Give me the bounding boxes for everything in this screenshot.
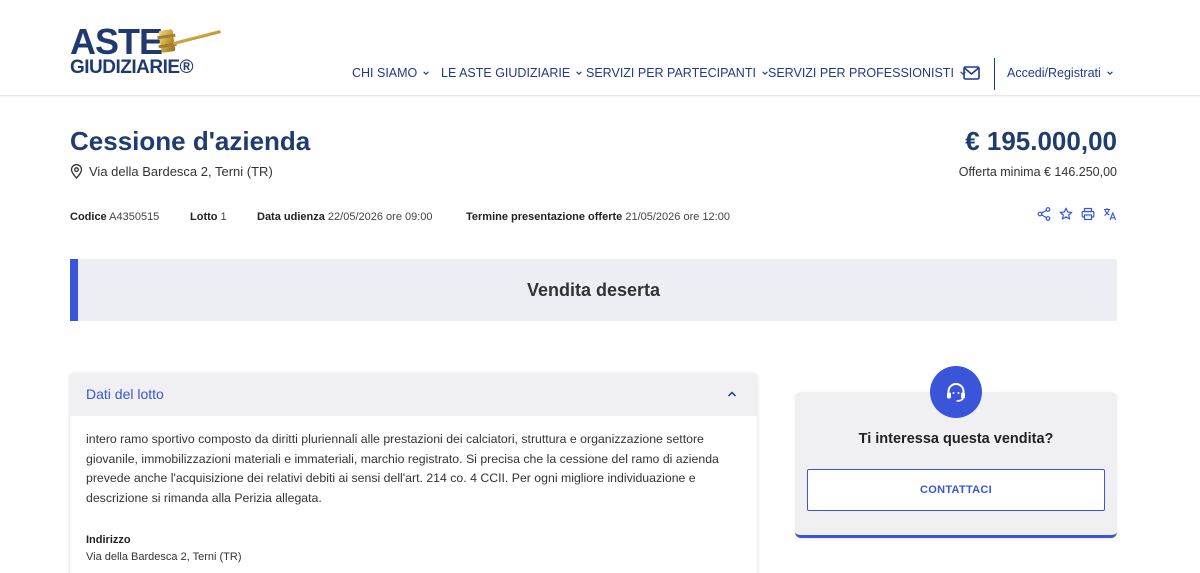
nav-item-label: SERVIZI PER PARTECIPANTI <box>586 66 756 80</box>
nav-item-chi-siamo[interactable]: CHI SIAMO <box>352 66 430 80</box>
headset-icon <box>947 383 965 402</box>
lot-details-panel: Dati del lotto intero ramo sportivo comp… <box>70 373 757 573</box>
print-icon[interactable] <box>1081 207 1095 221</box>
meta-value: A4350515 <box>109 211 160 223</box>
site-header: ASTE GIUDIZIARIE® CHI SIAMO LE ASTE GIUD… <box>0 0 1200 96</box>
lot-details-title: Dati del lotto <box>86 386 164 402</box>
listing-actions <box>1037 207 1117 221</box>
nav-item-label: LE ASTE GIUDIZIARIE <box>441 66 571 80</box>
sale-status-banner: Vendita deserta <box>70 259 1117 321</box>
gavel-icon <box>157 29 221 53</box>
lot-address-value: Via della Bardesca 2, Terni (TR) <box>86 551 242 563</box>
share-icon[interactable] <box>1037 207 1051 221</box>
chevron-down-icon <box>423 71 430 75</box>
logo-text-giudiziarie: GIUDIZIARIE® <box>70 57 194 78</box>
lot-details-header[interactable]: Dati del lotto <box>70 373 757 416</box>
login-label: Accedi/Registrati <box>1007 66 1101 80</box>
meta-label: Lotto <box>190 211 218 223</box>
listing-address: Via della Bardesca 2, Terni (TR) <box>70 164 273 179</box>
minimum-offer: Offerta minima € 146.250,00 <box>958 165 1117 179</box>
meta-termine-offerte: Termine presentazione offerte 21/05/2026… <box>466 211 730 223</box>
sale-status-text: Vendita deserta <box>526 280 661 300</box>
meta-label: Codice <box>70 211 107 223</box>
listing-price: € 195.000,00 <box>965 126 1117 156</box>
chevron-up-icon[interactable] <box>727 390 737 398</box>
lot-description: intero ramo sportivo composto da diritti… <box>86 432 719 505</box>
nav-item-label: CHI SIAMO <box>352 66 418 80</box>
meta-data-udienza: Data udienza 22/05/2026 ore 09:00 <box>257 211 433 223</box>
meta-value: 21/05/2026 ore 12:00 <box>625 211 730 223</box>
logo-text-aste: ASTE <box>70 21 163 62</box>
contact-button[interactable]: CONTATTACI <box>807 469 1105 511</box>
meta-codice: Codice A4350515 <box>70 211 159 223</box>
star-icon[interactable] <box>1059 207 1073 221</box>
meta-lotto: Lotto 1 <box>190 211 227 223</box>
lot-address-label: Indirizzo <box>86 534 131 546</box>
location-pin-icon <box>70 164 83 179</box>
meta-label: Termine presentazione offerte <box>466 211 623 223</box>
contact-question: Ti interessa questa vendita? <box>858 431 1054 447</box>
login-menu[interactable]: Accedi/Registrati <box>1007 66 1114 80</box>
nav-divider <box>994 58 995 90</box>
chevron-down-icon <box>576 71 582 75</box>
meta-value: 22/05/2026 ore 09:00 <box>327 211 433 223</box>
nav-item-aste-giudiziarie[interactable]: LE ASTE GIUDIZIARIE <box>441 66 583 80</box>
site-logo[interactable]: ASTE GIUDIZIARIE® <box>70 24 230 80</box>
listing-title: Cessione d'azienda <box>70 126 311 156</box>
translate-icon[interactable] <box>1103 207 1117 221</box>
nav-item-servizi-professionisti[interactable]: SERVIZI PER PROFESSIONISTI <box>768 66 967 80</box>
nav-item-servizi-partecipanti[interactable]: SERVIZI PER PARTECIPANTI <box>586 66 769 80</box>
chevron-down-icon <box>1107 71 1113 75</box>
contact-icon-badge <box>930 366 982 418</box>
listing-address-text: Via della Bardesca 2, Terni (TR) <box>89 164 273 179</box>
meta-value: 1 <box>220 211 227 223</box>
mail-icon[interactable] <box>963 66 980 80</box>
nav-item-label: SERVIZI PER PROFESSIONISTI <box>768 66 954 80</box>
meta-label: Data udienza <box>257 211 325 223</box>
